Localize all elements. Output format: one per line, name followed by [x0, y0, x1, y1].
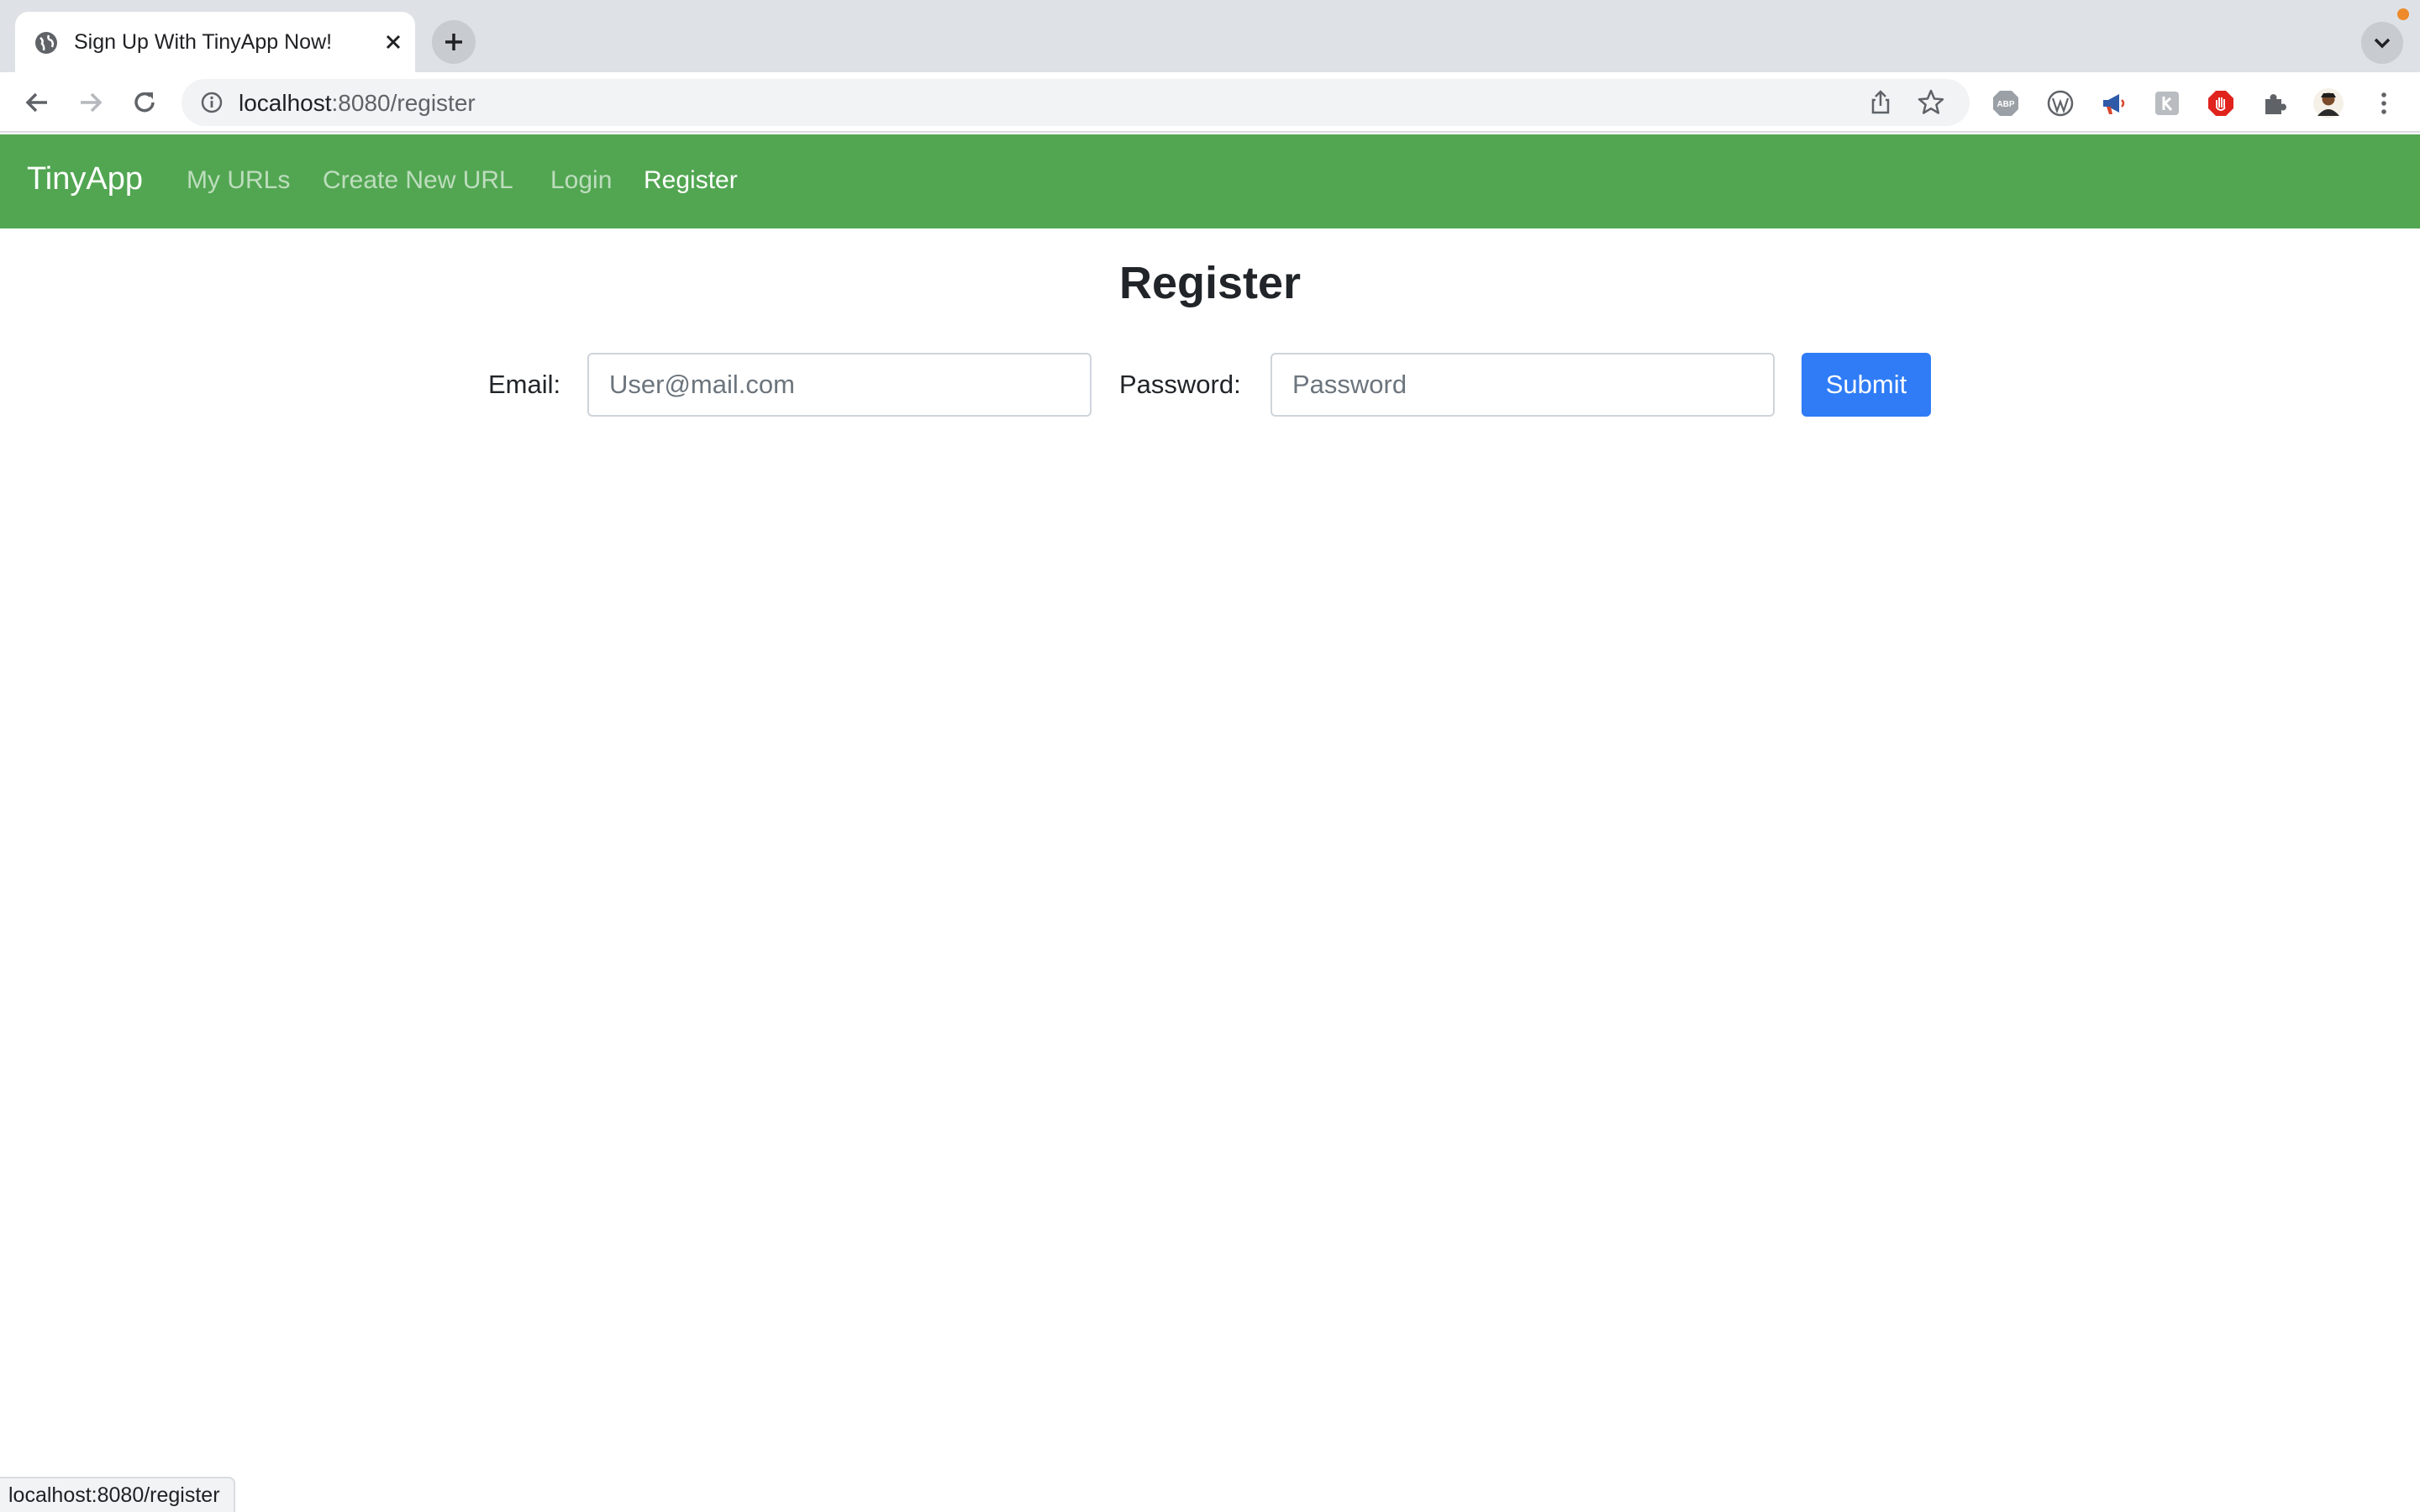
stop-icon[interactable]: [2207, 89, 2235, 118]
puzzle-icon[interactable]: [2260, 89, 2289, 118]
menu-dots-icon[interactable]: [2370, 89, 2398, 118]
password-field[interactable]: [1270, 353, 1775, 417]
svg-text:ABP: ABP: [1996, 100, 2014, 109]
email-field[interactable]: [587, 353, 1092, 417]
chevron-down-icon[interactable]: [2361, 22, 2403, 64]
url-host: localhost: [239, 90, 332, 116]
star-icon[interactable]: [1916, 87, 1946, 118]
reload-icon[interactable]: [126, 84, 163, 121]
wordpress-icon[interactable]: [2046, 89, 2075, 118]
nav-link-login[interactable]: Login: [550, 166, 612, 195]
password-label: Password:: [1119, 370, 1241, 399]
browser-toolbar: localhost:8080/register ABP: [0, 72, 2420, 133]
submit-button[interactable]: Submit: [1802, 353, 1931, 417]
nav-link-create-new-url[interactable]: Create New URL: [323, 166, 513, 195]
globe-icon: [35, 32, 57, 54]
brand-link[interactable]: TinyApp: [27, 161, 143, 197]
browser-tab[interactable]: Sign Up With TinyApp Now!: [15, 12, 415, 72]
adblock-icon[interactable]: ABP: [1991, 89, 2020, 118]
nav-link-my-urls[interactable]: My URLs: [187, 166, 290, 195]
close-icon[interactable]: [378, 27, 408, 57]
profile-avatar-icon[interactable]: [2312, 87, 2344, 119]
address-bar[interactable]: localhost:8080/register: [182, 79, 1970, 126]
info-icon[interactable]: [198, 89, 225, 116]
arrow-right-icon[interactable]: [72, 84, 109, 121]
tab-title: Sign Up With TinyApp Now!: [74, 30, 333, 54]
plus-icon[interactable]: [432, 20, 476, 64]
email-label: Email:: [488, 370, 561, 399]
megaphone-icon[interactable]: [2099, 89, 2128, 118]
url-path: :8080/register: [331, 90, 476, 116]
url-text: localhost:8080/register: [239, 90, 476, 117]
browser-tab-strip: Sign Up With TinyApp Now!: [0, 0, 2420, 72]
share-icon[interactable]: [1865, 87, 1896, 118]
app-navbar: TinyApp My URLs Create New URL Login Reg…: [0, 134, 2420, 228]
page-title: Register: [1118, 258, 1302, 308]
ext-icon[interactable]: [2153, 89, 2181, 118]
arrow-left-icon[interactable]: [18, 84, 55, 121]
status-bar-url: localhost:8080/register: [0, 1477, 235, 1512]
update-indicator: [2397, 8, 2409, 20]
nav-link-register[interactable]: Register: [644, 166, 738, 195]
